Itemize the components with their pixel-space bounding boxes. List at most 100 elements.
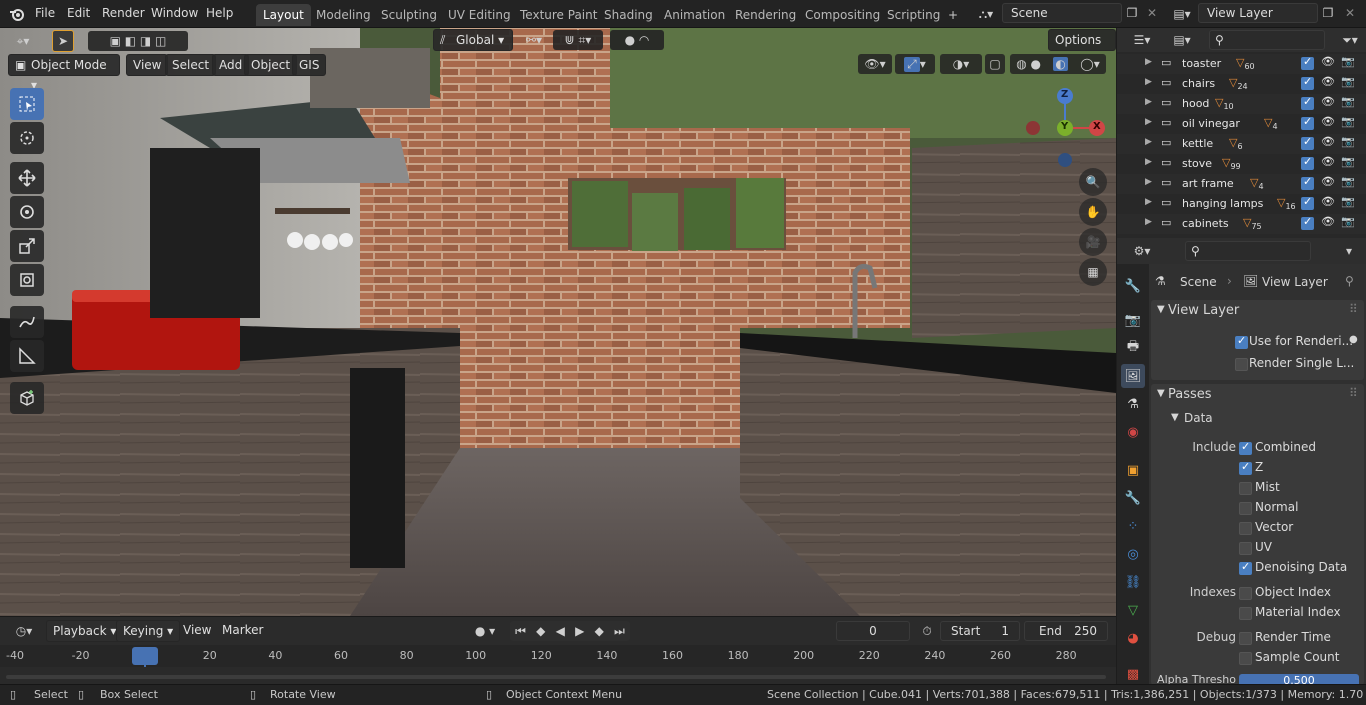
view-layer-tab-icon[interactable]: 🖼 — [1121, 364, 1145, 388]
pass-checkbox[interactable] — [1239, 460, 1252, 475]
outliner-row[interactable]: ▶ ▭ stove ▽99 👁 📷 — [1117, 154, 1366, 174]
pass-option[interactable]: Render Time — [1239, 630, 1359, 648]
expand-arrow-icon[interactable]: ▶ — [1145, 77, 1152, 87]
eye-icon[interactable]: 👁 — [1321, 95, 1335, 108]
render-tab-icon[interactable]: 📷 — [1121, 308, 1145, 332]
blender-logo-icon[interactable] — [9, 6, 25, 22]
scale-tool-icon[interactable] — [10, 230, 44, 262]
select-box-tool-icon[interactable] — [10, 88, 44, 120]
outliner-row[interactable]: ▶ ▭ kettle ▽6 👁 📷 — [1117, 134, 1366, 154]
panel-drag-handle-icon[interactable]: ⠿ — [1349, 386, 1358, 400]
menu-view[interactable]: View — [126, 54, 169, 76]
menu-object[interactable]: Object — [244, 54, 298, 76]
pass-checkbox[interactable] — [1239, 587, 1252, 600]
collection-name[interactable]: hanging lamps — [1182, 197, 1263, 210]
render-single-layer-checkbox[interactable] — [1235, 358, 1248, 371]
physics-tab-icon[interactable]: ◎ — [1121, 542, 1145, 566]
outliner-row[interactable]: ▶ ▭ art frame ▽4 👁 📷 — [1117, 174, 1366, 194]
pass-checkbox[interactable] — [1239, 482, 1252, 495]
outliner-row[interactable]: ▶ ▭ toaster ▽60 👁 📷 — [1117, 54, 1366, 74]
keyframe-dot-icon[interactable]: ● — [1349, 334, 1358, 345]
world-tab-icon[interactable]: ◉ — [1121, 420, 1145, 444]
properties-search-input[interactable]: ⚲ — [1185, 241, 1311, 261]
perspective-grid-icon[interactable]: ▦ — [1079, 258, 1107, 286]
outliner-row[interactable]: ▶ ▭ hanging lamps ▽16 👁 📷 — [1117, 194, 1366, 214]
outliner-editor-type-icon[interactable]: ☰▾ — [1125, 30, 1159, 50]
eye-icon[interactable]: 👁 — [1321, 155, 1335, 168]
outliner-search-input[interactable]: ⚲ — [1209, 30, 1325, 50]
use-for-rendering-checkbox[interactable] — [1235, 334, 1248, 349]
collection-name[interactable]: art frame — [1182, 177, 1234, 190]
panel-expanded-icon[interactable]: ▼ — [1157, 388, 1165, 399]
data-subpanel-title[interactable]: Data — [1184, 411, 1213, 425]
camera-icon[interactable]: 📷 — [1341, 75, 1355, 88]
outliner-row[interactable]: ▶ ▭ oil vinegar ▽4 👁 📷 — [1117, 114, 1366, 134]
scene-name-field[interactable]: Scene — [1002, 3, 1122, 23]
collection-name[interactable]: chairs — [1182, 77, 1215, 90]
panel-drag-handle-icon[interactable]: ⠿ — [1349, 302, 1358, 316]
pass-option[interactable]: Object Index — [1239, 585, 1359, 603]
pass-checkbox[interactable] — [1239, 522, 1252, 535]
modifier-tab-icon[interactable]: 🔧 — [1121, 486, 1145, 510]
3d-viewport[interactable]: ⌖▾ ➤ ▣ ◧ ◨ ◫ ⫽ Global ▾ ⚯▾ ⋓ ⌗▾ ● ◠ Opti… — [0, 28, 1116, 616]
tool-tab-icon[interactable]: 🔧 — [1121, 274, 1145, 298]
tab-modeling[interactable]: Modeling — [309, 4, 378, 26]
exclude-checkbox[interactable] — [1301, 155, 1314, 170]
collection-name[interactable]: toaster — [1182, 57, 1221, 70]
expand-arrow-icon[interactable]: ▶ — [1145, 137, 1152, 147]
measure-tool-icon[interactable] — [10, 340, 44, 372]
output-tab-icon[interactable]: 🖶 — [1121, 336, 1145, 360]
constraints-tab-icon[interactable]: ⛓ — [1121, 570, 1145, 594]
tab-compositing[interactable]: Compositing — [798, 4, 887, 26]
menu-select[interactable]: Select — [165, 54, 217, 76]
panel-expanded-icon[interactable]: ▼ — [1157, 304, 1165, 315]
eye-icon[interactable]: 👁 — [1321, 55, 1335, 68]
xray-icon[interactable]: ▢ — [985, 54, 1005, 74]
scene-selector-icon[interactable]: ⛬▾ — [972, 4, 1000, 24]
mode-dropdown[interactable]: ▣ Object Mode ▾ — [8, 54, 120, 92]
overlays-icon[interactable]: ◑▾ — [940, 54, 982, 74]
view-layer-selector-icon[interactable]: ▤▾ — [1168, 4, 1196, 24]
collection-name[interactable]: stove — [1182, 157, 1212, 170]
expand-arrow-icon[interactable]: ▶ — [1145, 217, 1152, 227]
remove-view-layer-icon[interactable]: ✕ — [1340, 3, 1360, 23]
move-tool-icon[interactable] — [10, 162, 44, 194]
add-workspace-button[interactable]: + — [941, 4, 965, 26]
collection-name[interactable]: kettle — [1182, 137, 1213, 150]
transform-tool-icon[interactable] — [10, 264, 44, 296]
expand-arrow-icon[interactable]: ▶ — [1145, 157, 1152, 167]
outliner-display-mode-icon[interactable]: ▤▾ — [1165, 30, 1199, 50]
exclude-checkbox[interactable] — [1301, 135, 1314, 150]
tab-layout[interactable]: Layout — [256, 4, 311, 26]
expand-arrow-icon[interactable]: ▶ — [1145, 117, 1152, 127]
data-tab-icon[interactable]: ▽ — [1121, 598, 1145, 622]
expand-arrow-icon[interactable]: ▶ — [1145, 57, 1152, 67]
camera-icon[interactable]: 📷 — [1341, 175, 1355, 188]
zoom-icon[interactable]: 🔍 — [1079, 168, 1107, 196]
tab-shading[interactable]: Shading — [597, 4, 660, 26]
menu-edit[interactable]: Edit — [67, 6, 90, 20]
pass-option[interactable]: Vector — [1239, 520, 1359, 538]
transform-orientation-dropdown[interactable]: ⫽ Global ▾ — [433, 29, 513, 51]
pass-checkbox[interactable] — [1239, 542, 1252, 555]
outliner-row[interactable]: ▶ ▭ hood ▽10 👁 📷 — [1117, 94, 1366, 114]
tab-scripting[interactable]: Scripting — [880, 4, 947, 26]
tab-rendering[interactable]: Rendering — [728, 4, 803, 26]
annotate-tool-icon[interactable] — [10, 306, 44, 338]
view-layer-field[interactable]: View Layer — [1198, 3, 1318, 23]
pass-option[interactable]: Denoising Data — [1239, 560, 1359, 578]
menu-window[interactable]: Window — [151, 6, 198, 20]
passes-panel-title[interactable]: Passes — [1168, 387, 1212, 402]
camera-icon[interactable]: 📷 — [1341, 115, 1355, 128]
eye-icon[interactable]: 👁 — [1321, 175, 1335, 188]
expand-arrow-icon[interactable]: ▶ — [1145, 197, 1152, 207]
camera-icon[interactable]: 📷 — [1341, 135, 1355, 148]
camera-icon[interactable]: 📷 — [1341, 215, 1355, 228]
scene-tab-icon[interactable]: ⚗ — [1121, 392, 1145, 416]
pass-checkbox[interactable] — [1239, 502, 1252, 515]
menu-gis[interactable]: GIS — [292, 54, 327, 76]
camera-icon[interactable]: 📷 — [1341, 155, 1355, 168]
eye-icon[interactable]: 👁 — [1321, 135, 1335, 148]
eye-icon[interactable]: 👁 — [1321, 215, 1335, 228]
pass-option[interactable]: Material Index — [1239, 605, 1359, 623]
